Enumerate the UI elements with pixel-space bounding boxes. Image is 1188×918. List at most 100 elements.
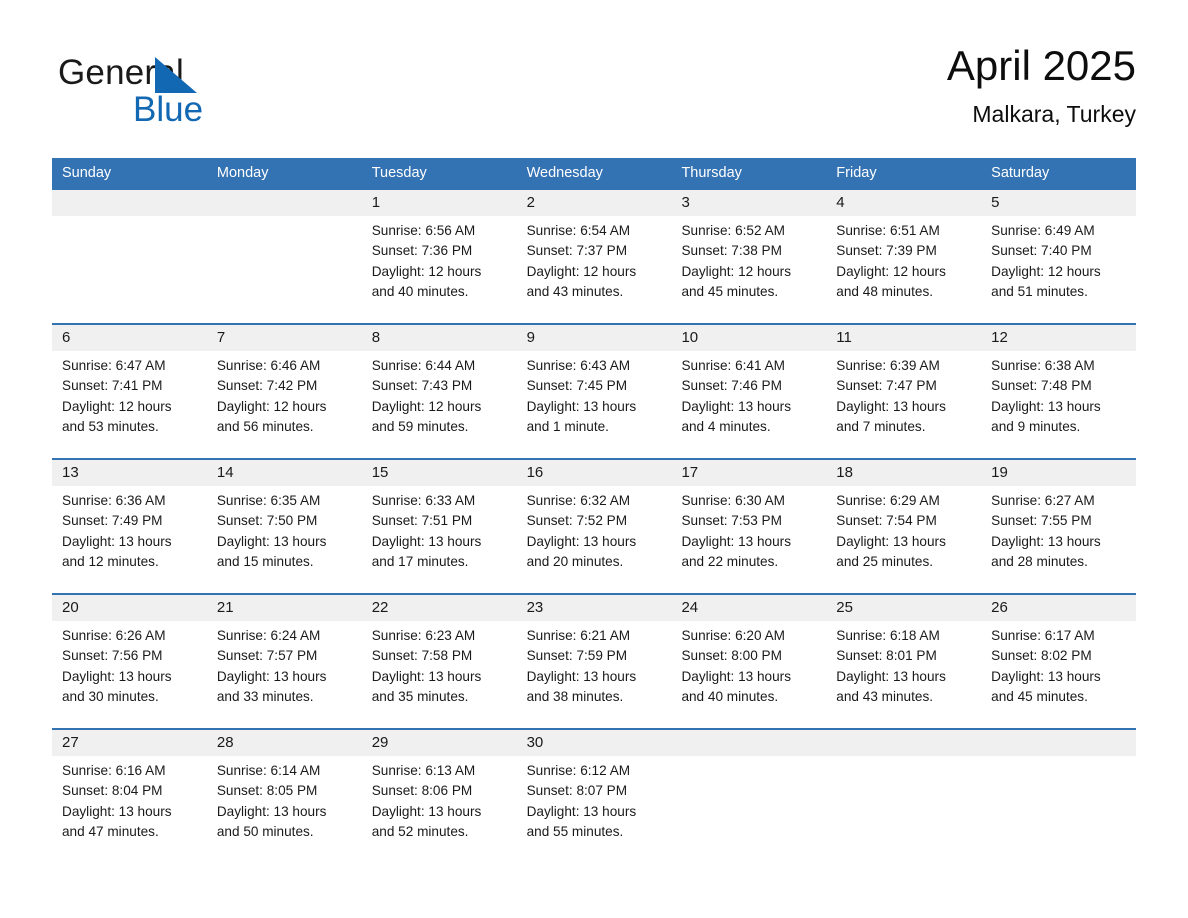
weekday-header-row: Sunday Monday Tuesday Wednesday Thursday… xyxy=(52,158,1136,188)
day-number[interactable]: 16 xyxy=(517,460,672,486)
day-cell[interactable]: Sunrise: 6:51 AM Sunset: 7:39 PM Dayligh… xyxy=(826,216,981,323)
sunrise-text: Sunrise: 6:14 AM xyxy=(216,763,321,778)
day-cell[interactable]: Sunrise: 6:29 AM Sunset: 7:54 PM Dayligh… xyxy=(826,486,981,593)
day-cell[interactable]: Sunrise: 6:36 AM Sunset: 7:49 PM Dayligh… xyxy=(52,486,207,593)
sunrise-text: Sunrise: 6:20 AM xyxy=(681,628,785,643)
day-number[interactable]: 25 xyxy=(826,595,981,621)
day-number[interactable]: 9 xyxy=(517,325,672,351)
sunrise-text: Sunrise: 6:46 AM xyxy=(216,358,321,373)
daylight-text-line2: and 38 minutes. xyxy=(526,688,624,704)
day-cell[interactable]: Sunrise: 6:26 AM Sunset: 7:56 PM Dayligh… xyxy=(52,621,207,728)
daylight-text-line1: Daylight: 13 hours xyxy=(62,803,172,819)
day-number[interactable]: 19 xyxy=(981,460,1136,486)
day-number[interactable]: 23 xyxy=(517,595,672,621)
day-cell[interactable] xyxy=(52,216,207,323)
sunrise-text: Sunrise: 6:52 AM xyxy=(681,223,785,238)
day-number[interactable]: 13 xyxy=(52,460,207,486)
sunset-text: Sunset: 8:07 PM xyxy=(526,783,628,799)
day-number[interactable]: 29 xyxy=(362,730,517,756)
day-cell[interactable] xyxy=(671,756,826,863)
day-cell[interactable]: Sunrise: 6:12 AM Sunset: 8:07 PM Dayligh… xyxy=(517,756,672,863)
daylight-text-line2: and 7 minutes. xyxy=(836,418,926,434)
day-number[interactable] xyxy=(826,730,981,756)
day-cell[interactable]: Sunrise: 6:24 AM Sunset: 7:57 PM Dayligh… xyxy=(207,621,362,728)
day-cell[interactable]: Sunrise: 6:49 AM Sunset: 7:40 PM Dayligh… xyxy=(981,216,1136,323)
sunrise-text: Sunrise: 6:24 AM xyxy=(216,628,321,643)
day-number[interactable]: 7 xyxy=(207,325,362,351)
day-number[interactable] xyxy=(671,730,826,756)
day-cell[interactable]: Sunrise: 6:27 AM Sunset: 7:55 PM Dayligh… xyxy=(981,486,1136,593)
day-number[interactable]: 20 xyxy=(52,595,207,621)
day-number[interactable]: 15 xyxy=(362,460,517,486)
day-number[interactable]: 4 xyxy=(826,190,981,216)
sunrise-text: Sunrise: 6:27 AM xyxy=(991,493,1095,508)
day-number[interactable]: 26 xyxy=(981,595,1136,621)
day-cell[interactable]: Sunrise: 6:17 AM Sunset: 8:02 PM Dayligh… xyxy=(981,621,1136,728)
day-number[interactable]: 30 xyxy=(517,730,672,756)
day-number[interactable]: 1 xyxy=(362,190,517,216)
day-cell[interactable]: Sunrise: 6:35 AM Sunset: 7:50 PM Dayligh… xyxy=(207,486,362,593)
day-cell[interactable]: Sunrise: 6:32 AM Sunset: 7:52 PM Dayligh… xyxy=(517,486,672,593)
day-cell[interactable] xyxy=(826,756,981,863)
day-cell[interactable]: Sunrise: 6:52 AM Sunset: 7:38 PM Dayligh… xyxy=(671,216,826,323)
daylight-text-line2: and 45 minutes. xyxy=(991,688,1088,704)
day-cell[interactable]: Sunrise: 6:18 AM Sunset: 8:01 PM Dayligh… xyxy=(826,621,981,728)
day-cell[interactable]: Sunrise: 6:33 AM Sunset: 7:51 PM Dayligh… xyxy=(362,486,517,593)
day-number[interactable]: 5 xyxy=(981,190,1136,216)
day-number[interactable]: 3 xyxy=(671,190,826,216)
sunrise-text: Sunrise: 6:39 AM xyxy=(836,358,940,373)
day-cell[interactable]: Sunrise: 6:14 AM Sunset: 8:05 PM Dayligh… xyxy=(207,756,362,863)
sunrise-text: Sunrise: 6:54 AM xyxy=(526,223,631,238)
sunset-text: Sunset: 7:37 PM xyxy=(526,243,628,259)
day-cell[interactable]: Sunrise: 6:13 AM Sunset: 8:06 PM Dayligh… xyxy=(362,756,517,863)
week-date-band: 1 2 3 4 5 xyxy=(52,190,1136,216)
day-number[interactable]: 11 xyxy=(826,325,981,351)
day-cell[interactable] xyxy=(981,756,1136,863)
daylight-text-line1: Daylight: 13 hours xyxy=(526,803,637,819)
day-cell[interactable] xyxy=(207,216,362,323)
day-number[interactable]: 21 xyxy=(207,595,362,621)
day-number[interactable] xyxy=(52,190,207,216)
day-cell[interactable]: Sunrise: 6:16 AM Sunset: 8:04 PM Dayligh… xyxy=(52,756,207,863)
day-cell[interactable]: Sunrise: 6:43 AM Sunset: 7:45 PM Dayligh… xyxy=(517,351,672,458)
day-cell[interactable]: Sunrise: 6:23 AM Sunset: 7:58 PM Dayligh… xyxy=(362,621,517,728)
day-number[interactable]: 14 xyxy=(207,460,362,486)
day-number[interactable]: 2 xyxy=(517,190,672,216)
day-number[interactable]: 18 xyxy=(826,460,981,486)
day-number[interactable] xyxy=(981,730,1136,756)
general-blue-logo[interactable]: General Blue xyxy=(58,52,318,144)
day-number[interactable]: 8 xyxy=(362,325,517,351)
day-number[interactable]: 10 xyxy=(671,325,826,351)
sunset-text: Sunset: 8:06 PM xyxy=(371,783,473,799)
sunrise-text: Sunrise: 6:17 AM xyxy=(991,628,1095,643)
sunrise-text: Sunrise: 6:56 AM xyxy=(371,223,476,238)
day-cell[interactable]: Sunrise: 6:56 AM Sunset: 7:36 PM Dayligh… xyxy=(362,216,517,323)
sunrise-text: Sunrise: 6:12 AM xyxy=(526,763,631,778)
sunrise-text: Sunrise: 6:49 AM xyxy=(991,223,1095,238)
sunrise-text: Sunrise: 6:26 AM xyxy=(62,628,166,643)
day-cell[interactable]: Sunrise: 6:47 AM Sunset: 7:41 PM Dayligh… xyxy=(52,351,207,458)
day-cell[interactable]: Sunrise: 6:39 AM Sunset: 7:47 PM Dayligh… xyxy=(826,351,981,458)
day-number[interactable]: 22 xyxy=(362,595,517,621)
day-cell[interactable]: Sunrise: 6:20 AM Sunset: 8:00 PM Dayligh… xyxy=(671,621,826,728)
day-number[interactable]: 24 xyxy=(671,595,826,621)
sunset-text: Sunset: 7:54 PM xyxy=(836,513,937,529)
day-number[interactable]: 6 xyxy=(52,325,207,351)
day-cell[interactable]: Sunrise: 6:21 AM Sunset: 7:59 PM Dayligh… xyxy=(517,621,672,728)
sunrise-text: Sunrise: 6:33 AM xyxy=(371,493,476,508)
day-cell[interactable]: Sunrise: 6:30 AM Sunset: 7:53 PM Dayligh… xyxy=(671,486,826,593)
weekday-header-saturday: Saturday xyxy=(991,165,1050,181)
sunset-text: Sunset: 7:58 PM xyxy=(371,648,473,664)
day-number[interactable]: 12 xyxy=(981,325,1136,351)
day-number[interactable]: 27 xyxy=(52,730,207,756)
day-cell[interactable]: Sunrise: 6:46 AM Sunset: 7:42 PM Dayligh… xyxy=(207,351,362,458)
logo-triangle-icon xyxy=(155,57,197,93)
day-cell[interactable]: Sunrise: 6:38 AM Sunset: 7:48 PM Dayligh… xyxy=(981,351,1136,458)
day-number[interactable]: 17 xyxy=(671,460,826,486)
day-number[interactable]: 28 xyxy=(207,730,362,756)
day-cell[interactable]: Sunrise: 6:41 AM Sunset: 7:46 PM Dayligh… xyxy=(671,351,826,458)
day-cell[interactable]: Sunrise: 6:54 AM Sunset: 7:37 PM Dayligh… xyxy=(517,216,672,323)
day-number[interactable] xyxy=(207,190,362,216)
day-cell[interactable]: Sunrise: 6:44 AM Sunset: 7:43 PM Dayligh… xyxy=(362,351,517,458)
sunset-text: Sunset: 8:00 PM xyxy=(681,648,782,664)
